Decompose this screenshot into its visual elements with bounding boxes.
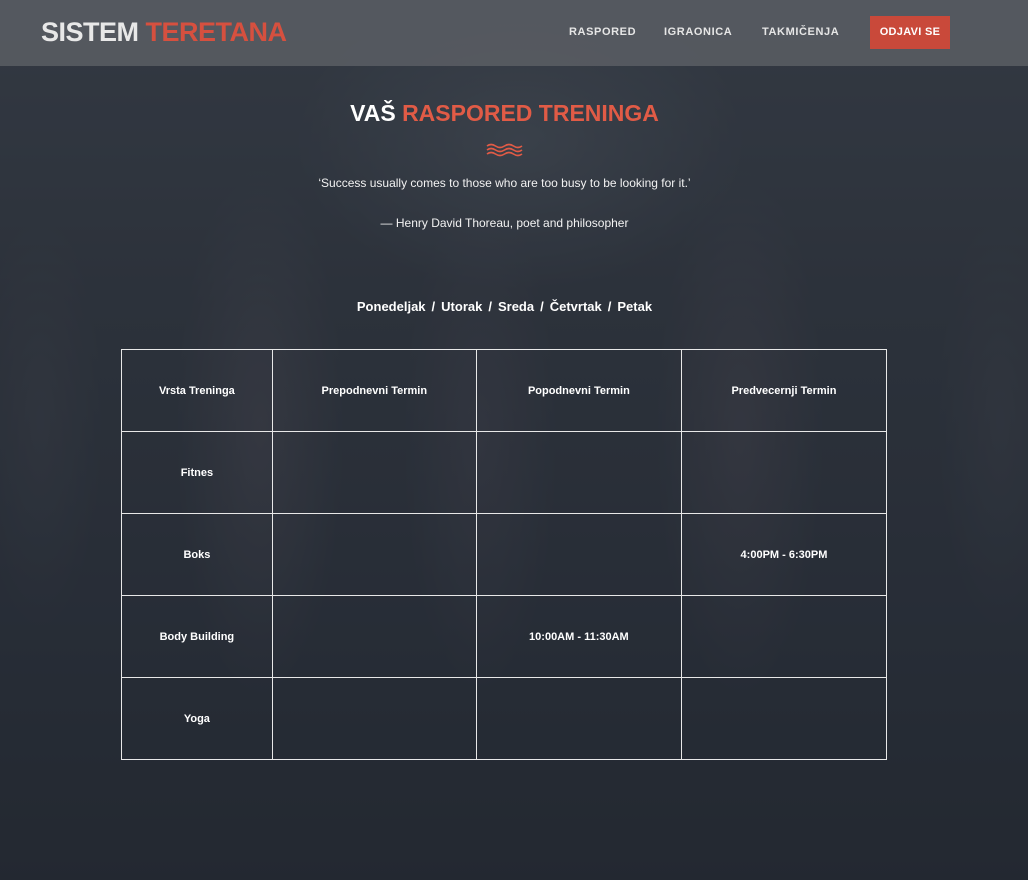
afternoon-slot-cell (475, 431, 682, 514)
training-type-cell: Body Building (121, 595, 273, 678)
wave-icon (486, 143, 523, 157)
table-row: Yoga (121, 677, 888, 760)
afternoon-slot-cell (475, 513, 682, 596)
day-separator: / (540, 299, 544, 314)
evening-slot-cell: 4:00PM - 6:30PM (680, 513, 888, 596)
day-separator: / (431, 299, 436, 314)
evening-slot-cell (680, 431, 888, 514)
nav-link-raspored[interactable]: RASPORED (569, 25, 636, 39)
column-header-evening: Predvecernji Termin (680, 349, 888, 432)
training-type-cell: Boks (121, 513, 273, 596)
afternoon-slot-cell: 10:00AM - 11:30AM (475, 595, 682, 678)
column-header-type: Vrsta Treninga (121, 349, 273, 432)
table-row: Body Building 10:00AM - 11:30AM (121, 595, 888, 678)
morning-slot-cell (271, 595, 477, 678)
day-ponedeljak[interactable]: Ponedeljak (357, 299, 426, 314)
day-cetvrtak[interactable]: Četvrtak (550, 299, 602, 314)
brand-logo[interactable]: SISTEM TERETANA (41, 15, 287, 49)
page-title-part-1: VAŠ (350, 100, 396, 126)
top-navbar: SISTEM TERETANA RASPORED IGRAONICA TAKMI… (0, 0, 1028, 66)
morning-slot-cell (271, 677, 477, 760)
column-header-afternoon: Popodnevni Termin (475, 349, 682, 432)
page-title-part-2: RASPORED TRENINGA (402, 100, 659, 126)
training-type-cell: Fitnes (121, 431, 273, 514)
day-separator: / (607, 299, 612, 314)
table-row: Fitnes (121, 431, 888, 514)
nav-link-igraonica[interactable]: IGRAONICA (664, 25, 732, 39)
brand-part-2: TERETANA (145, 17, 288, 47)
morning-slot-cell (271, 431, 477, 514)
day-utorak[interactable]: Utorak (441, 299, 482, 314)
morning-slot-cell (271, 513, 477, 596)
logout-button[interactable]: ODJAVI SE (870, 16, 950, 49)
brand-part-1: SISTEM (41, 17, 139, 47)
evening-slot-cell (680, 595, 888, 678)
day-selector: Ponedeljak / Utorak / Sreda / Četvrtak / Petak (0, 299, 1009, 315)
table-header-row: Vrsta Treninga Prepodnevni Termin Popodn… (121, 349, 888, 432)
day-separator: / (488, 299, 492, 314)
table-row: Boks 4:00PM - 6:30PM (121, 513, 888, 596)
quote-text: ‘Success usually comes to those who are … (318, 176, 691, 190)
quote-author: — Henry David Thoreau, poet and philosop… (380, 216, 629, 230)
page-title: VAŠ RASPORED TRENINGA (0, 99, 1009, 127)
column-header-morning: Prepodnevni Termin (271, 349, 477, 432)
afternoon-slot-cell (475, 677, 682, 760)
day-petak[interactable]: Petak (617, 299, 652, 314)
schedule-table: Vrsta Treninga Prepodnevni Termin Popodn… (121, 349, 888, 760)
evening-slot-cell (680, 677, 888, 760)
main-content: VAŠ RASPORED TRENINGA ‘Success usually c… (0, 66, 1028, 880)
nav-link-takmicenja[interactable]: TAKMIČENJA (762, 25, 839, 39)
day-sreda[interactable]: Sreda (498, 299, 534, 314)
training-type-cell: Yoga (121, 677, 273, 760)
